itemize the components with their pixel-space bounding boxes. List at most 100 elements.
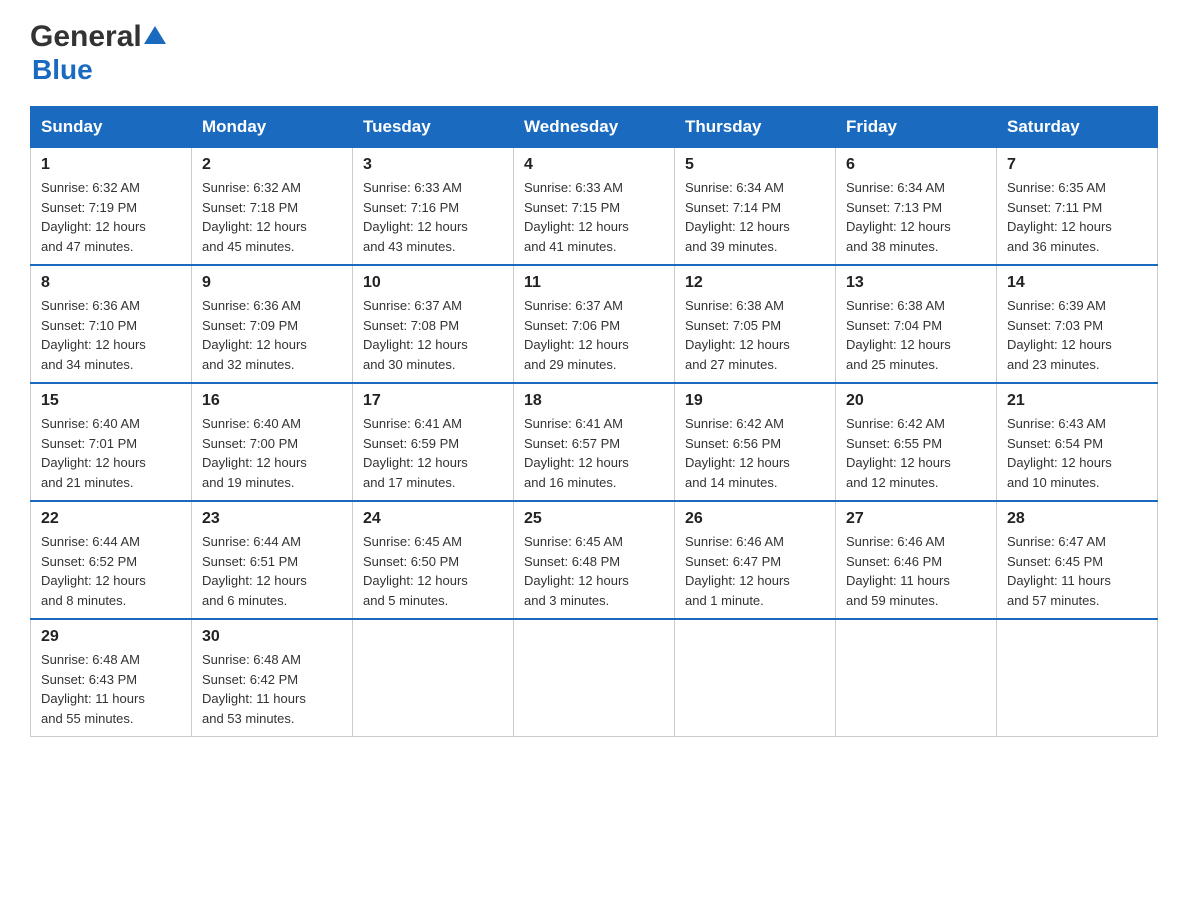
- header-wednesday: Wednesday: [514, 107, 675, 148]
- day-cell-8: 8Sunrise: 6:36 AMSunset: 7:10 PMDaylight…: [31, 265, 192, 383]
- day-cell-7: 7 Sunrise: 6:35 AMSunset: 7:11 PMDaylight…: [997, 148, 1158, 266]
- day-cell-10: 10Sunrise: 6:37 AMSunset: 7:08 PMDayligh…: [353, 265, 514, 383]
- empty-cell: [514, 619, 675, 737]
- day-info-26: Sunrise: 6:46 AMSunset: 6:47 PMDaylight:…: [685, 532, 825, 610]
- day-number-11: 11: [524, 274, 664, 292]
- day-number-8: 8: [41, 274, 181, 292]
- day-number-20: 20: [846, 392, 986, 410]
- day-cell-18: 18 Sunrise: 6:41 AMSunset: 6:57 PMDayligh…: [514, 383, 675, 501]
- day-info-30: Sunrise: 6:48 AMSunset: 6:42 PMDaylight:…: [202, 650, 342, 728]
- week-row-3: 15 Sunrise: 6:40 AMSunset: 7:01 PMDayligh…: [31, 383, 1158, 501]
- day-info-5: Sunrise: 6:34 AMSunset: 7:14 PMDaylight:…: [685, 178, 825, 256]
- day-info-4: Sunrise: 6:33 AMSunset: 7:15 PMDaylight:…: [524, 178, 664, 256]
- day-number-24: 24: [363, 510, 503, 528]
- day-cell-6: 6Sunrise: 6:34 AMSunset: 7:13 PMDaylight…: [836, 148, 997, 266]
- day-cell-14: 14 Sunrise: 6:39 AMSunset: 7:03 PMDayligh…: [997, 265, 1158, 383]
- day-cell-29: 29 Sunrise: 6:48 AMSunset: 6:43 PMDayligh…: [31, 619, 192, 737]
- header-monday: Monday: [192, 107, 353, 148]
- empty-cell: [675, 619, 836, 737]
- empty-cell: [353, 619, 514, 737]
- day-info-25: Sunrise: 6:45 AMSunset: 6:48 PMDaylight:…: [524, 532, 664, 610]
- day-cell-1: 1 Sunrise: 6:32 AMSunset: 7:19 PMDaylight…: [31, 148, 192, 266]
- week-row-5: 29 Sunrise: 6:48 AMSunset: 6:43 PMDayligh…: [31, 619, 1158, 737]
- day-info-15: Sunrise: 6:40 AMSunset: 7:01 PMDaylight:…: [41, 414, 181, 492]
- day-cell-9: 9 Sunrise: 6:36 AMSunset: 7:09 PMDaylight…: [192, 265, 353, 383]
- day-info-19: Sunrise: 6:42 AMSunset: 6:56 PMDaylight:…: [685, 414, 825, 492]
- day-number-2: 2: [202, 156, 342, 174]
- day-info-9: Sunrise: 6:36 AMSunset: 7:09 PMDaylight:…: [202, 296, 342, 374]
- day-number-5: 5: [685, 156, 825, 174]
- day-info-17: Sunrise: 6:41 AMSunset: 6:59 PMDaylight:…: [363, 414, 503, 492]
- header-tuesday: Tuesday: [353, 107, 514, 148]
- day-cell-5: 5 Sunrise: 6:34 AMSunset: 7:14 PMDaylight…: [675, 148, 836, 266]
- day-cell-4: 4 Sunrise: 6:33 AMSunset: 7:15 PMDaylight…: [514, 148, 675, 266]
- day-info-23: Sunrise: 6:44 AMSunset: 6:51 PMDaylight:…: [202, 532, 342, 610]
- day-info-13: Sunrise: 6:38 AMSunset: 7:04 PMDaylight:…: [846, 296, 986, 374]
- day-number-13: 13: [846, 274, 986, 292]
- day-cell-24: 24 Sunrise: 6:45 AMSunset: 6:50 PMDayligh…: [353, 501, 514, 619]
- day-cell-25: 25 Sunrise: 6:45 AMSunset: 6:48 PMDayligh…: [514, 501, 675, 619]
- logo-general-text: General: [30, 20, 142, 54]
- day-info-18: Sunrise: 6:41 AMSunset: 6:57 PMDaylight:…: [524, 414, 664, 492]
- day-number-3: 3: [363, 156, 503, 174]
- week-row-2: 8Sunrise: 6:36 AMSunset: 7:10 PMDaylight…: [31, 265, 1158, 383]
- header-friday: Friday: [836, 107, 997, 148]
- day-number-18: 18: [524, 392, 664, 410]
- day-number-29: 29: [41, 628, 181, 646]
- day-info-27: Sunrise: 6:46 AMSunset: 6:46 PMDaylight:…: [846, 532, 986, 610]
- day-cell-21: 21Sunrise: 6:43 AMSunset: 6:54 PMDayligh…: [997, 383, 1158, 501]
- day-number-7: 7: [1007, 156, 1147, 174]
- day-number-22: 22: [41, 510, 181, 528]
- logo-triangle-icon: [144, 24, 166, 51]
- logo: General Blue: [30, 20, 166, 86]
- day-cell-22: 22 Sunrise: 6:44 AMSunset: 6:52 PMDayligh…: [31, 501, 192, 619]
- week-row-4: 22 Sunrise: 6:44 AMSunset: 6:52 PMDayligh…: [31, 501, 1158, 619]
- day-info-20: Sunrise: 6:42 AMSunset: 6:55 PMDaylight:…: [846, 414, 986, 492]
- day-number-4: 4: [524, 156, 664, 174]
- day-info-21: Sunrise: 6:43 AMSunset: 6:54 PMDaylight:…: [1007, 414, 1147, 492]
- day-number-15: 15: [41, 392, 181, 410]
- day-cell-28: 28 Sunrise: 6:47 AMSunset: 6:45 PMDayligh…: [997, 501, 1158, 619]
- day-number-17: 17: [363, 392, 503, 410]
- day-info-14: Sunrise: 6:39 AMSunset: 7:03 PMDaylight:…: [1007, 296, 1147, 374]
- day-info-28: Sunrise: 6:47 AMSunset: 6:45 PMDaylight:…: [1007, 532, 1147, 610]
- day-info-6: Sunrise: 6:34 AMSunset: 7:13 PMDaylight:…: [846, 178, 986, 256]
- header-sunday: Sunday: [31, 107, 192, 148]
- calendar-table: SundayMondayTuesdayWednesdayThursdayFrid…: [30, 106, 1158, 737]
- day-number-9: 9: [202, 274, 342, 292]
- day-number-26: 26: [685, 510, 825, 528]
- day-cell-23: 23 Sunrise: 6:44 AMSunset: 6:51 PMDayligh…: [192, 501, 353, 619]
- day-cell-13: 13 Sunrise: 6:38 AMSunset: 7:04 PMDayligh…: [836, 265, 997, 383]
- day-info-29: Sunrise: 6:48 AMSunset: 6:43 PMDaylight:…: [41, 650, 181, 728]
- empty-cell: [997, 619, 1158, 737]
- day-cell-17: 17 Sunrise: 6:41 AMSunset: 6:59 PMDayligh…: [353, 383, 514, 501]
- day-number-25: 25: [524, 510, 664, 528]
- empty-cell: [836, 619, 997, 737]
- day-number-28: 28: [1007, 510, 1147, 528]
- day-cell-20: 20 Sunrise: 6:42 AMSunset: 6:55 PMDayligh…: [836, 383, 997, 501]
- day-number-12: 12: [685, 274, 825, 292]
- day-cell-3: 3 Sunrise: 6:33 AMSunset: 7:16 PMDaylight…: [353, 148, 514, 266]
- day-info-11: Sunrise: 6:37 AMSunset: 7:06 PMDaylight:…: [524, 296, 664, 374]
- day-info-1: Sunrise: 6:32 AMSunset: 7:19 PMDaylight:…: [41, 178, 181, 256]
- day-cell-30: 30 Sunrise: 6:48 AMSunset: 6:42 PMDayligh…: [192, 619, 353, 737]
- header-saturday: Saturday: [997, 107, 1158, 148]
- day-number-19: 19: [685, 392, 825, 410]
- day-info-10: Sunrise: 6:37 AMSunset: 7:08 PMDaylight:…: [363, 296, 503, 374]
- header-row: SundayMondayTuesdayWednesdayThursdayFrid…: [31, 107, 1158, 148]
- day-cell-19: 19 Sunrise: 6:42 AMSunset: 6:56 PMDayligh…: [675, 383, 836, 501]
- day-cell-2: 2 Sunrise: 6:32 AMSunset: 7:18 PMDaylight…: [192, 148, 353, 266]
- day-number-30: 30: [202, 628, 342, 646]
- day-number-1: 1: [41, 156, 181, 174]
- day-number-16: 16: [202, 392, 342, 410]
- day-info-2: Sunrise: 6:32 AMSunset: 7:18 PMDaylight:…: [202, 178, 342, 256]
- day-number-14: 14: [1007, 274, 1147, 292]
- day-cell-26: 26 Sunrise: 6:46 AMSunset: 6:47 PMDayligh…: [675, 501, 836, 619]
- day-info-7: Sunrise: 6:35 AMSunset: 7:11 PMDaylight:…: [1007, 178, 1147, 256]
- day-number-23: 23: [202, 510, 342, 528]
- day-info-3: Sunrise: 6:33 AMSunset: 7:16 PMDaylight:…: [363, 178, 503, 256]
- week-row-1: 1 Sunrise: 6:32 AMSunset: 7:19 PMDaylight…: [31, 148, 1158, 266]
- day-info-22: Sunrise: 6:44 AMSunset: 6:52 PMDaylight:…: [41, 532, 181, 610]
- day-info-24: Sunrise: 6:45 AMSunset: 6:50 PMDaylight:…: [363, 532, 503, 610]
- page-header: General Blue: [30, 20, 1158, 86]
